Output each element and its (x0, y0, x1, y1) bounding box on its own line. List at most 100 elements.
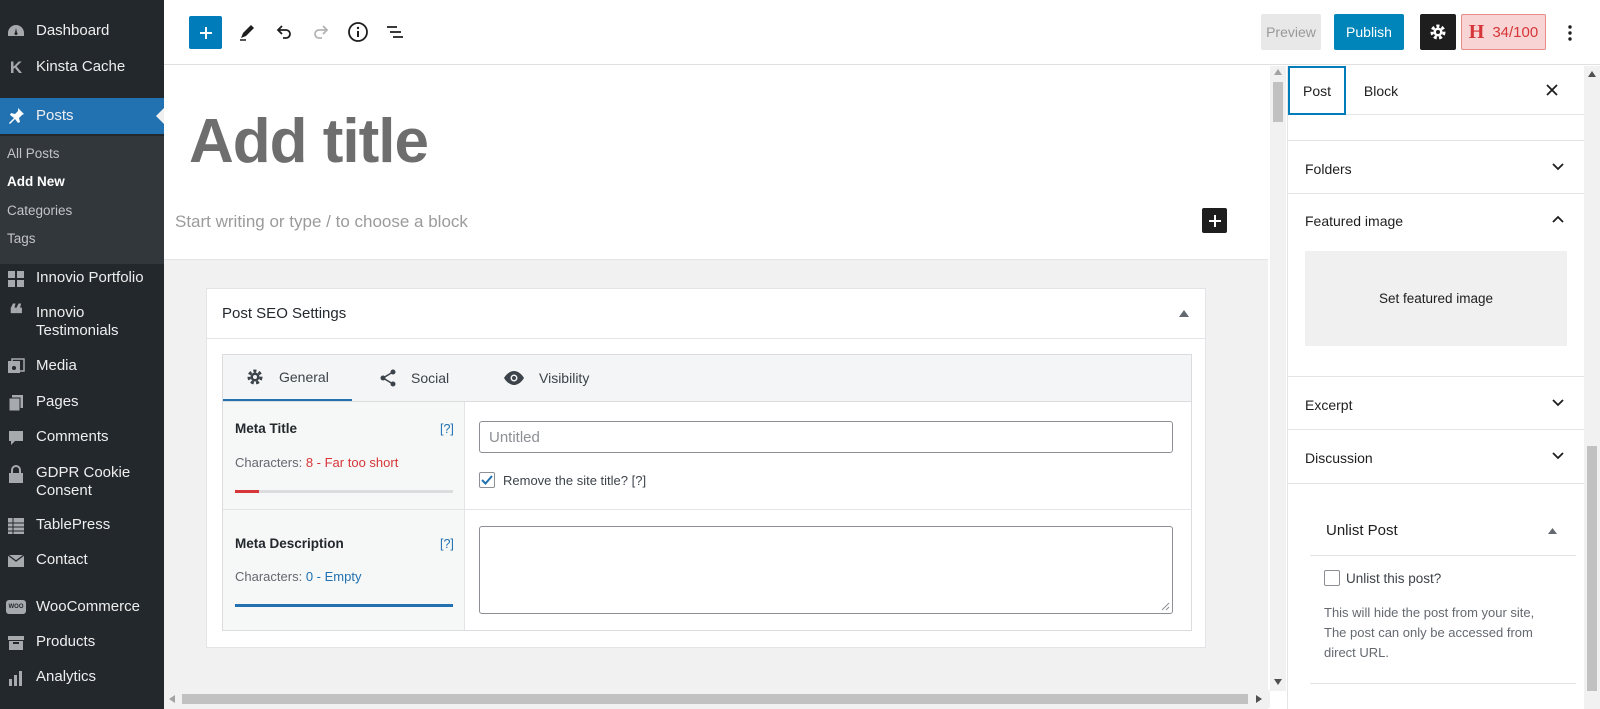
seo-score-button[interactable]: H 34/100 (1461, 14, 1546, 50)
set-featured-image-button[interactable]: Set featured image (1305, 251, 1567, 346)
resize-handle-icon[interactable] (1161, 602, 1170, 611)
sidebar-item-testimonials[interactable]: ❝ Innovio Testimonials (0, 301, 164, 340)
sidebar-item-contact[interactable]: Contact (0, 551, 164, 571)
remove-site-title-option: Remove the site title? [?] (479, 472, 646, 488)
more-options-button[interactable] (1560, 18, 1580, 48)
meta-description-progress (235, 604, 453, 607)
tab-social[interactable]: Social (379, 355, 449, 401)
scrollbar-thumb[interactable] (1587, 446, 1597, 691)
unlist-post-header[interactable]: Unlist Post (1310, 506, 1576, 556)
chevron-down-icon (1552, 163, 1564, 171)
plus-icon (199, 26, 212, 39)
block-placeholder[interactable]: Start writing or type / to choose a bloc… (175, 212, 468, 232)
sidebar-item-label: GDPR Cookie Consent (36, 464, 131, 499)
meta-description-textarea[interactable] (479, 526, 1173, 614)
scroll-up-icon[interactable] (1274, 69, 1282, 75)
chevron-up-icon[interactable] (1552, 215, 1564, 223)
sidebar-item-tablepress[interactable]: TablePress (0, 516, 164, 536)
meta-title-input[interactable]: Untitled (479, 421, 1173, 453)
pages-icon (6, 393, 26, 413)
seo-score: 34/100 (1492, 23, 1539, 41)
meta-description-label: Meta Description (235, 536, 344, 551)
section-discussion[interactable]: Discussion (1288, 430, 1584, 484)
sidebar-item-label: WooCommerce (36, 598, 140, 615)
meta-description-progress-fill (235, 604, 453, 607)
add-block-button[interactable] (189, 16, 222, 49)
close-settings-button[interactable] (1545, 83, 1559, 102)
meta-title-help-link[interactable]: [?] (440, 422, 454, 436)
redo-icon (314, 25, 329, 39)
tab-block[interactable]: Block (1356, 66, 1406, 115)
sidebar-item-gdpr[interactable]: GDPR Cookie Consent (0, 464, 164, 500)
sidebar-item-label: Kinsta Cache (36, 58, 126, 75)
section-excerpt[interactable]: Excerpt (1288, 377, 1584, 430)
meta-title-label: Meta Title (235, 421, 298, 436)
sidebar-item-label: Products (36, 633, 96, 650)
tab-post[interactable]: Post (1288, 66, 1346, 115)
meta-title-progress-fill (235, 490, 259, 493)
sidebar-item-label: TablePress (36, 516, 111, 533)
redo-button[interactable] (304, 15, 338, 49)
editor-vertical-scrollbar[interactable] (1270, 66, 1286, 691)
triangle-up-icon[interactable] (1179, 310, 1189, 317)
row-divider (223, 509, 1192, 510)
inline-add-block-button[interactable] (1202, 208, 1227, 233)
sidebar-item-posts[interactable]: Posts (0, 98, 164, 134)
outline-button[interactable] (378, 15, 412, 49)
section-title[interactable]: Featured image (1305, 213, 1403, 229)
publish-button[interactable]: Publish (1334, 14, 1404, 50)
post-title-input[interactable]: Add title (189, 106, 429, 177)
sidebar-item-label: Analytics (36, 668, 97, 685)
settings-tabs: Post Block (1288, 66, 1585, 115)
unlist-checkbox[interactable] (1324, 570, 1340, 586)
remove-site-title-label: Remove the site title? [?] (503, 472, 647, 488)
settings-vertical-scrollbar[interactable] (1584, 66, 1600, 709)
checkmark-icon (481, 475, 493, 485)
unlist-option: Unlist this post? (1324, 570, 1441, 586)
sidebar-item-portfolio[interactable]: Innovio Portfolio (0, 269, 164, 289)
scroll-up-icon[interactable] (1588, 71, 1596, 77)
scrollbar-thumb[interactable] (182, 694, 1248, 704)
meta-description-help-link[interactable]: [?] (440, 537, 454, 551)
sidebar-item-pages[interactable]: Pages (0, 393, 164, 413)
scrollbar-thumb[interactable] (1273, 82, 1283, 122)
share-icon (380, 369, 396, 387)
preview-button[interactable]: Preview (1261, 14, 1321, 50)
scroll-left-icon[interactable] (169, 695, 175, 703)
details-button[interactable] (341, 15, 375, 49)
eye-icon (504, 371, 524, 385)
chevron-down-icon (1552, 452, 1564, 460)
tools-button[interactable] (230, 15, 264, 49)
seo-panel-header[interactable]: Post SEO Settings (207, 289, 1205, 339)
sidebar-item-media[interactable]: Media (0, 357, 164, 377)
tab-general[interactable]: General (223, 355, 352, 401)
settings-button[interactable] (1420, 14, 1456, 50)
tab-label: General (279, 369, 329, 385)
tab-visibility[interactable]: Visibility (503, 355, 589, 401)
editor-horizontal-scrollbar[interactable] (164, 690, 1270, 708)
sidebar-item-woocommerce[interactable]: WOO WooCommerce (0, 598, 164, 616)
submenu-all-posts[interactable]: All Posts (7, 146, 60, 161)
section-folders[interactable]: Folders (1288, 141, 1584, 194)
scroll-down-icon[interactable] (1274, 679, 1282, 685)
settings-sidebar: Post Block Folders Featured image Set fe… (1287, 66, 1585, 709)
sidebar-item-label: Posts (36, 107, 74, 124)
undo-icon (276, 25, 291, 39)
triangle-up-icon (1548, 528, 1557, 534)
sidebar-item-label: Innovio Portfolio (36, 269, 144, 286)
scroll-right-icon[interactable] (1256, 695, 1262, 703)
sidebar-item-dashboard[interactable]: Dashboard (0, 22, 164, 42)
submenu-tags[interactable]: Tags (7, 231, 36, 246)
submenu-categories[interactable]: Categories (7, 203, 72, 218)
sidebar-item-products[interactable]: Products (0, 633, 164, 653)
sidebar-item-kinsta[interactable]: K Kinsta Cache (0, 58, 164, 78)
sidebar-item-comments[interactable]: Comments (0, 428, 164, 448)
undo-button[interactable] (267, 15, 301, 49)
media-icon (6, 357, 26, 377)
sidebar-item-label: Pages (36, 393, 79, 410)
woo-icon: WOO (6, 600, 26, 614)
submenu-add-new[interactable]: Add New (7, 174, 65, 189)
remove-site-title-checkbox[interactable] (479, 472, 495, 488)
sidebar-item-analytics[interactable]: Analytics (0, 668, 164, 688)
sidebar-item-label: Comments (36, 428, 109, 445)
